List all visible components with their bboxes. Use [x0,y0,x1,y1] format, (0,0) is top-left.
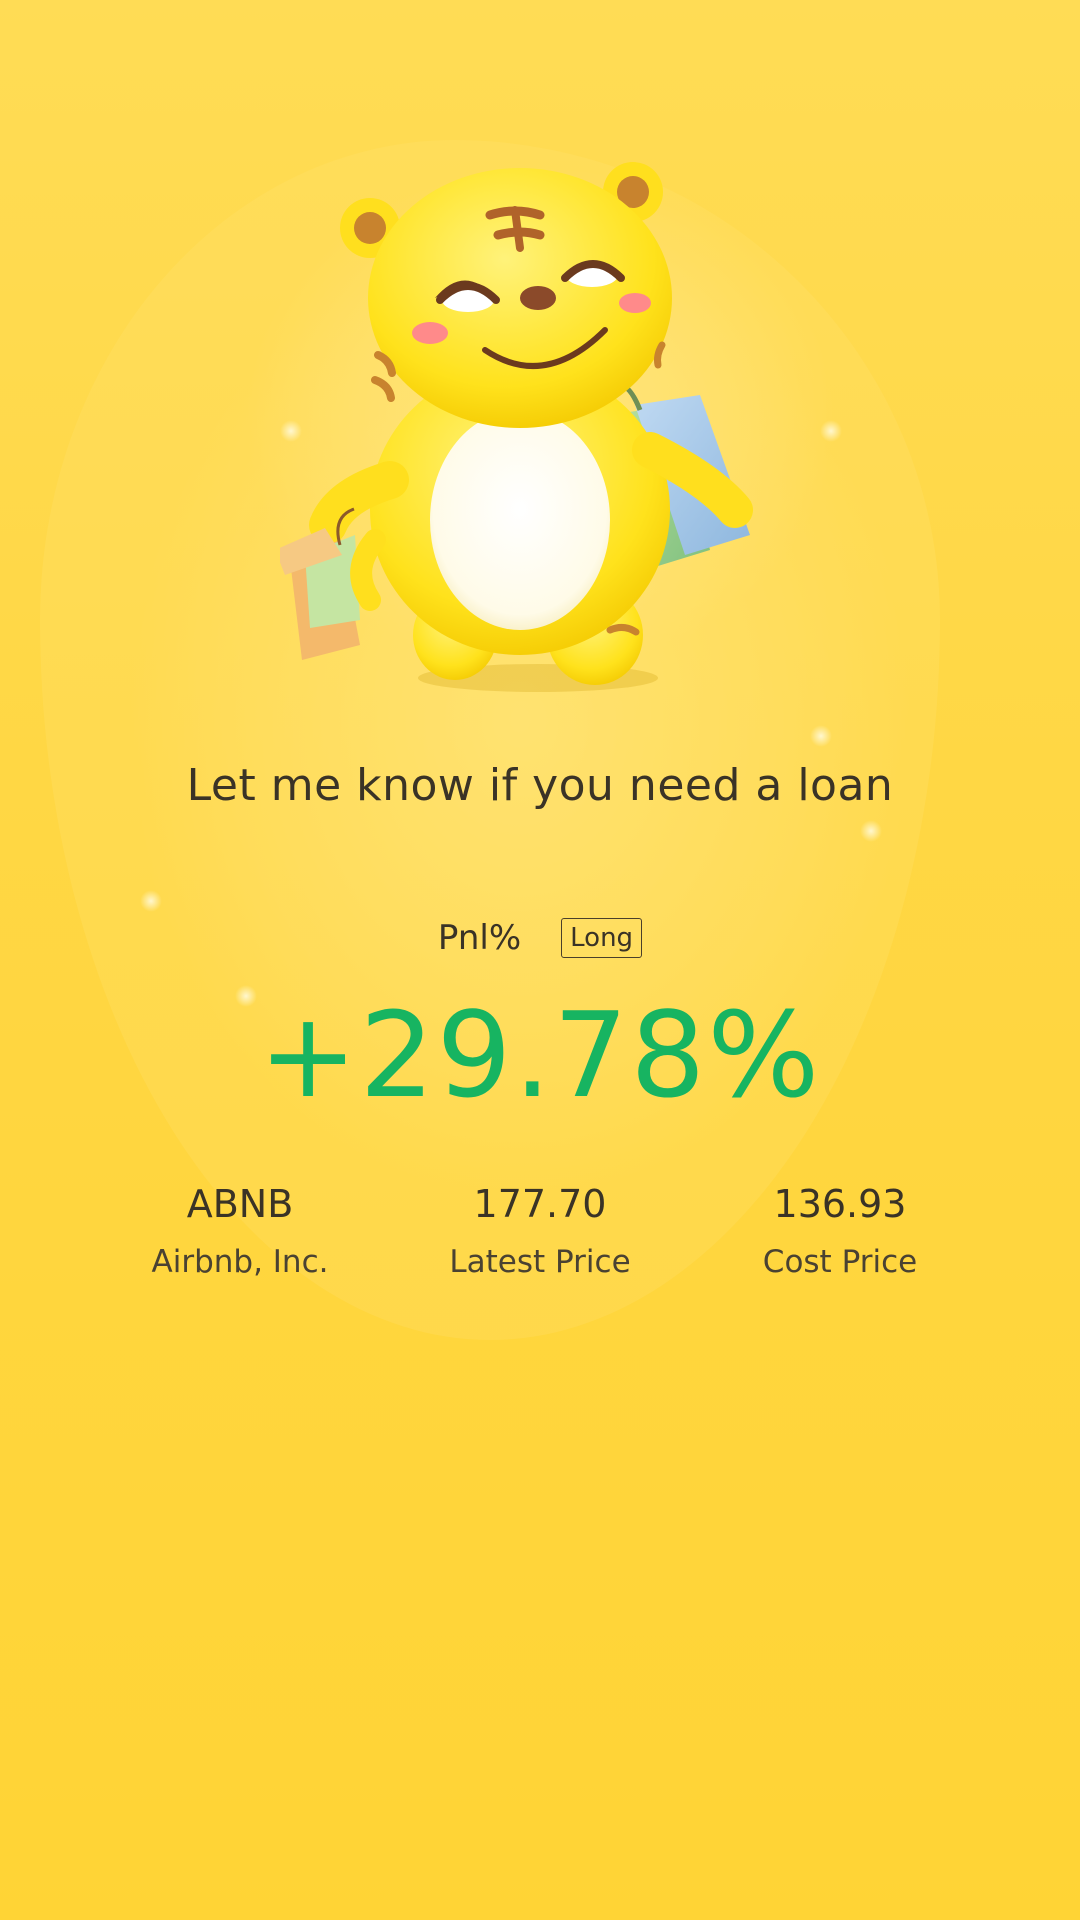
ticker-symbol: ABNB [186,1182,294,1226]
cost-price-label: Cost Price [762,1244,918,1280]
sparkle-decoration [820,420,842,442]
latest-price-label: Latest Price [449,1244,631,1280]
sparkle-decoration [860,820,882,842]
latest-price-value: 177.70 [473,1182,607,1226]
promo-headline: Let me know if you need a loan [186,760,894,811]
cost-price-value: 136.93 [773,1182,907,1226]
sparkle-decoration [140,890,162,912]
stat-ticker: ABNB Airbnb, Inc. [80,1180,400,1282]
stat-cost-price: 136.93 Cost Price [680,1180,1000,1282]
tiger-mascot-with-shopping-bags-icon [280,150,800,710]
pnl-header: Pnl% Long [0,918,1080,958]
pnl-percentage-value: +29.78% [258,986,822,1124]
stat-latest-price: 177.70 Latest Price [380,1180,700,1282]
position-type-badge: Long [561,918,643,958]
sparkle-decoration [810,725,832,747]
pnl-label: Pnl% [437,918,522,958]
company-name: Airbnb, Inc. [151,1244,329,1280]
